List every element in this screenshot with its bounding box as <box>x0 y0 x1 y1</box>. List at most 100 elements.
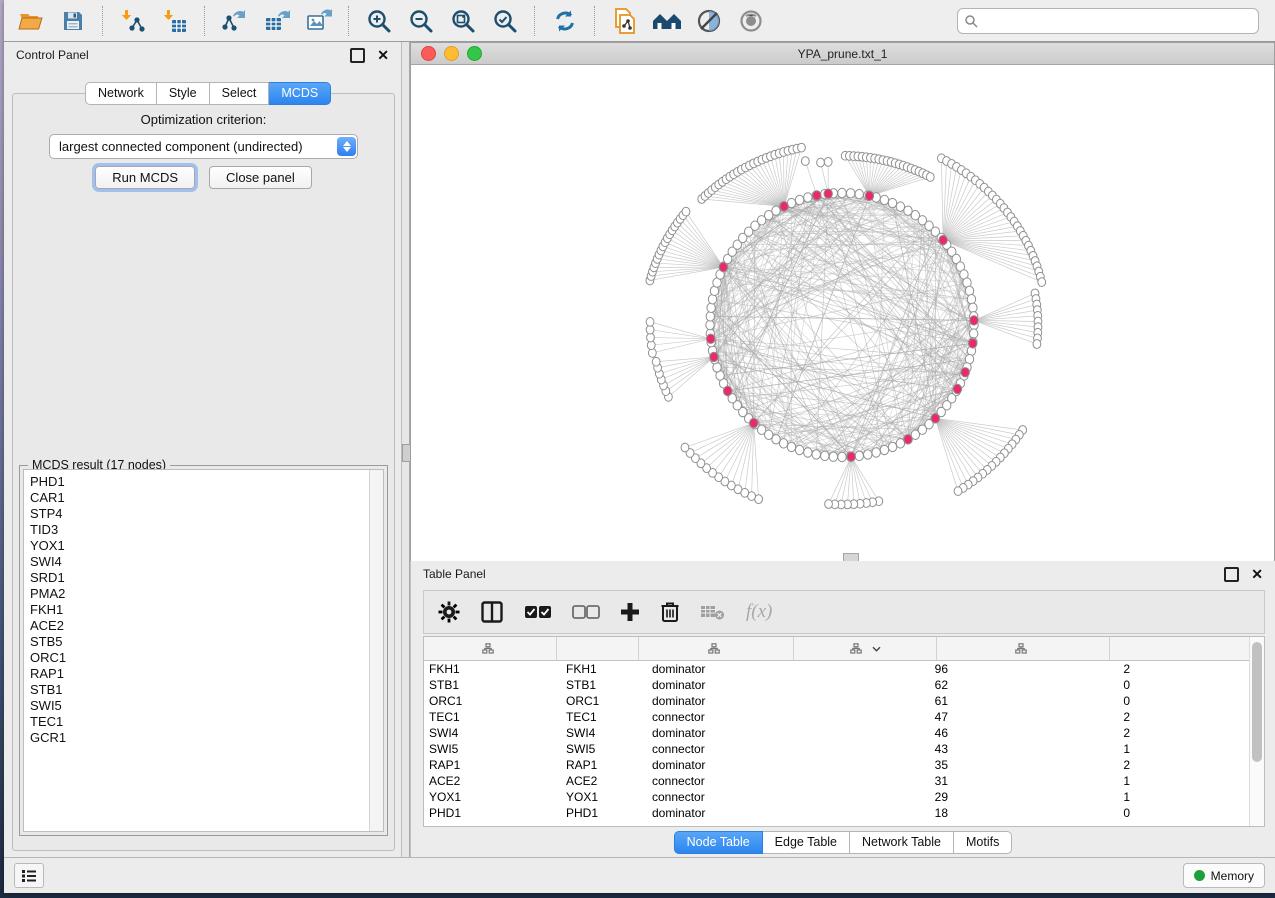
network-node[interactable] <box>804 193 812 202</box>
network-node[interactable] <box>706 320 714 329</box>
cell-predecessor-nodes[interactable]: 2 <box>958 662 1140 676</box>
cell-MCDS-role[interactable]: dominator <box>647 758 806 772</box>
hide-details-icon[interactable] <box>690 4 728 38</box>
network-node[interactable] <box>801 157 809 166</box>
cell-successor-nodes[interactable]: 47 <box>806 710 958 724</box>
add-column-icon[interactable] <box>620 602 640 622</box>
network-node[interactable] <box>795 445 803 454</box>
tab-network-table[interactable]: Network Table <box>850 831 954 854</box>
cell-name[interactable]: YOX1 <box>561 790 647 804</box>
function-builder-icon[interactable]: f(x) <box>746 601 772 623</box>
network-node[interactable] <box>965 286 973 295</box>
column-header-shared-name[interactable] <box>424 637 557 660</box>
network-node[interactable] <box>772 206 780 215</box>
network-node[interactable] <box>855 189 863 198</box>
cell-predecessor-nodes[interactable]: 0 <box>958 806 1140 820</box>
vertical-splitter[interactable] <box>401 42 410 857</box>
result-node-item[interactable]: GCR1 <box>30 730 369 746</box>
network-node[interactable] <box>787 442 795 451</box>
tab-edge-table[interactable]: Edge Table <box>763 831 850 854</box>
network-node[interactable] <box>779 439 787 448</box>
network-node[interactable] <box>824 157 832 166</box>
cell-MCDS-role[interactable]: connector <box>647 774 806 788</box>
float-window-icon[interactable] <box>350 48 365 63</box>
network-node[interactable] <box>681 443 689 452</box>
cell-name[interactable]: ORC1 <box>561 694 647 708</box>
network-node[interactable] <box>652 357 660 366</box>
cell-name[interactable]: ACE2 <box>561 774 647 788</box>
column-chooser-icon[interactable] <box>480 600 504 624</box>
result-node-item[interactable]: FKH1 <box>30 602 369 618</box>
network-node[interactable] <box>970 329 978 338</box>
network-node[interactable] <box>1033 340 1041 349</box>
column-header-MCDS-role[interactable] <box>639 637 794 660</box>
optimization-criterion-select[interactable]: largest connected component (undirected) <box>49 134 358 159</box>
cell-shared-name[interactable]: RAP1 <box>424 758 561 772</box>
network-node[interactable] <box>896 202 904 211</box>
network-node[interactable] <box>682 207 690 216</box>
save-icon[interactable] <box>54 4 92 38</box>
memory-button[interactable]: Memory <box>1183 863 1265 888</box>
cell-shared-name[interactable]: ACE2 <box>424 774 561 788</box>
gear-icon[interactable] <box>438 601 460 623</box>
table-row[interactable]: ORC1ORC1dominator610 <box>424 693 1249 709</box>
network-node[interactable] <box>855 451 863 460</box>
zoom-selected-icon[interactable] <box>486 4 524 38</box>
network-node[interactable] <box>926 173 934 182</box>
cell-MCDS-role[interactable]: dominator <box>647 678 806 692</box>
network-node[interactable] <box>864 450 872 459</box>
duplicate-network-icon[interactable] <box>606 4 644 38</box>
network-node[interactable] <box>838 452 846 461</box>
network-node[interactable] <box>804 448 812 457</box>
network-node[interactable] <box>954 487 962 496</box>
network-node[interactable] <box>846 189 854 198</box>
table-row[interactable]: STB1STB1dominator620 <box>424 677 1249 693</box>
splitter-grip[interactable] <box>402 444 411 462</box>
delete-table-icon[interactable] <box>700 603 726 621</box>
cell-predecessor-nodes[interactable]: 2 <box>958 758 1140 772</box>
export-table-icon[interactable] <box>258 4 296 38</box>
mcds-node[interactable] <box>904 435 912 444</box>
cell-shared-name[interactable]: YOX1 <box>424 790 561 804</box>
cell-name[interactable]: RAP1 <box>561 758 647 772</box>
network-node[interactable] <box>825 500 833 509</box>
cell-successor-nodes[interactable]: 46 <box>806 726 958 740</box>
import-network-icon[interactable] <box>114 4 152 38</box>
zoom-out-icon[interactable] <box>402 4 440 38</box>
mcds-node[interactable] <box>710 352 718 361</box>
result-node-item[interactable]: SRD1 <box>30 570 369 586</box>
network-node[interactable] <box>872 448 880 457</box>
table-row[interactable]: SWI5SWI5connector431 <box>424 741 1249 757</box>
tab-style[interactable]: Style <box>157 82 210 105</box>
mcds-node[interactable] <box>961 368 969 377</box>
mcds-node[interactable] <box>813 191 821 200</box>
mcds-node[interactable] <box>723 386 731 395</box>
import-table-icon[interactable] <box>156 4 194 38</box>
cell-shared-name[interactable]: FKH1 <box>424 662 561 676</box>
cell-successor-nodes[interactable]: 61 <box>806 694 958 708</box>
cell-predecessor-nodes[interactable]: 2 <box>958 726 1140 740</box>
result-node-item[interactable]: TID3 <box>30 522 369 538</box>
network-node[interactable] <box>880 195 888 204</box>
network-node[interactable] <box>646 318 654 327</box>
refresh-icon[interactable] <box>546 4 584 38</box>
network-node[interactable] <box>707 303 715 312</box>
result-scrollbar[interactable] <box>369 470 383 831</box>
table-row[interactable]: ACE2ACE2connector311 <box>424 773 1249 789</box>
cell-shared-name[interactable]: SWI5 <box>424 742 561 756</box>
cell-shared-name[interactable]: TEC1 <box>424 710 561 724</box>
table-row[interactable]: PHD1PHD1dominator180 <box>424 805 1249 821</box>
result-node-item[interactable]: PHD1 <box>30 474 369 490</box>
houses-icon[interactable] <box>648 4 686 38</box>
show-details-icon[interactable] <box>732 4 770 38</box>
result-node-item[interactable]: PMA2 <box>30 586 369 602</box>
result-node-item[interactable]: CAR1 <box>30 490 369 506</box>
mcds-node[interactable] <box>719 262 727 271</box>
network-node[interactable] <box>896 439 904 448</box>
close-icon[interactable]: ✕ <box>377 50 389 61</box>
table-row[interactable]: RAP1RAP1dominator352 <box>424 757 1249 773</box>
result-node-item[interactable]: ORC1 <box>30 650 369 666</box>
cell-predecessor-nodes[interactable]: 2 <box>958 710 1140 724</box>
column-header-predecessor-nodes[interactable] <box>937 637 1110 660</box>
result-node-item[interactable]: ACE2 <box>30 618 369 634</box>
